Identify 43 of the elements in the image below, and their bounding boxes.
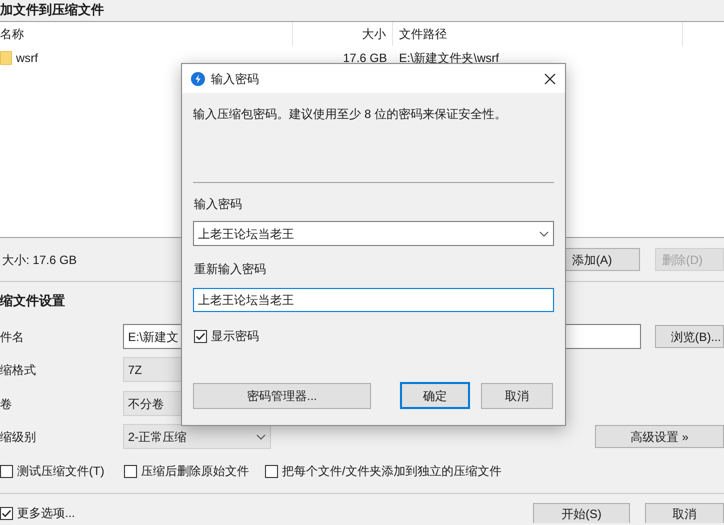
field-label: 缩级别 [0, 430, 36, 444]
checkbox[interactable] [124, 464, 137, 478]
checkbox[interactable] [0, 506, 13, 520]
compression-level-dropdown[interactable]: 2-正常压缩 [123, 424, 271, 449]
checkbox[interactable] [265, 464, 278, 478]
total-size: 大小: 17.6 GB [2, 252, 77, 268]
column-header[interactable]: 名称 [0, 25, 24, 43]
file-name: wsrf [16, 50, 38, 67]
close-icon[interactable] [544, 72, 556, 84]
add-button[interactable]: 添加(A) [565, 248, 640, 271]
window-title: 加文件到压缩文件 [0, 1, 104, 19]
field-label: 重新输入密码 [194, 261, 267, 278]
repeat-password-field[interactable]: 上老王论坛当老王 [193, 288, 554, 312]
password-combobox[interactable]: 上老王论坛当老王 [193, 221, 554, 246]
password-manager-button[interactable]: 密码管理器... [193, 382, 371, 408]
caret-icon [256, 434, 266, 440]
field-label: 输入密码 [194, 196, 243, 213]
field-label: 件名 [0, 330, 24, 344]
checkbox-label[interactable]: 显示密码 [211, 327, 259, 345]
browse-button[interactable]: 浏览(B)... [655, 325, 724, 348]
checkbox-label[interactable]: 把每个文件/文件夹添加到独立的压缩文件 [282, 462, 502, 480]
column-header[interactable]: 大小 [362, 25, 386, 43]
checkbox-label[interactable]: 更多选项... [17, 504, 76, 522]
cancel-button[interactable]: 取消 [645, 503, 724, 523]
advanced-settings-button[interactable]: 高级设置 » [595, 425, 724, 448]
dialog-message: 输入压缩包密码。建议使用至少 8 位的密码来保证安全性。 [193, 106, 508, 123]
caret-icon [539, 230, 549, 236]
ok-button[interactable]: 确定 [400, 382, 470, 409]
checkbox[interactable] [194, 330, 207, 342]
checkbox-label[interactable]: 压缩后删除原始文件 [141, 462, 249, 480]
field-label: 缩格式 [0, 362, 36, 376]
checkbox[interactable] [0, 464, 13, 478]
column-header[interactable]: 文件路径 [399, 25, 447, 43]
folder-icon [0, 51, 12, 65]
file-path: E:\新建文件夹\wsrf [399, 51, 500, 65]
cancel-button[interactable]: 取消 [481, 382, 553, 408]
section-title: 缩文件设置 [0, 292, 65, 310]
checkbox-label[interactable]: 测试压缩文件(T) [17, 462, 104, 480]
start-button[interactable]: 开始(S) [533, 503, 630, 523]
file-size: 17.6 GB [342, 51, 387, 65]
app-icon [191, 72, 205, 86]
dialog-title: 输入密码 [211, 70, 259, 88]
field-label: 卷 [0, 396, 12, 410]
